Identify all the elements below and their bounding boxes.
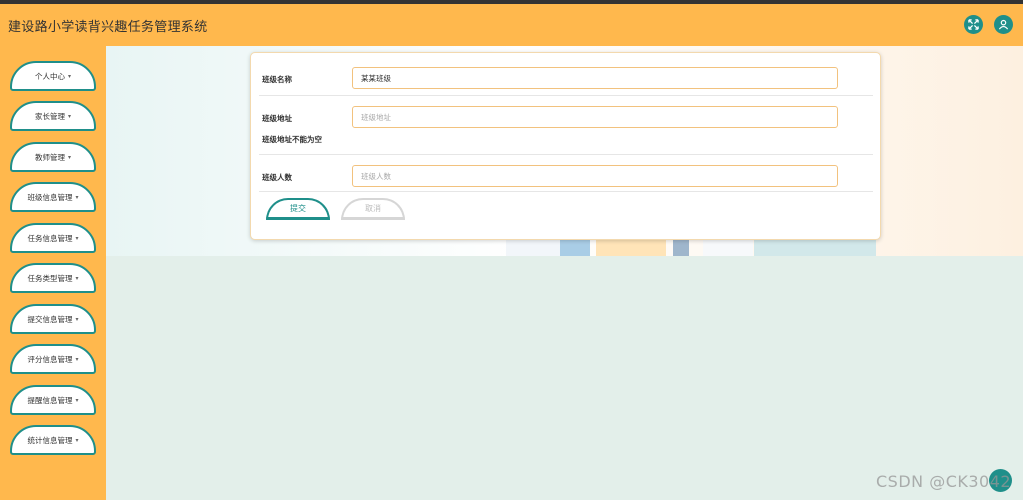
class-size-row: 班级人数 [259, 165, 873, 187]
chevron-down-icon: ▾ [67, 153, 71, 161]
chevron-down-icon: ▾ [75, 396, 79, 404]
sidebar-item-label: 提交信息管理 [27, 314, 73, 324]
sidebar-item-label: 统计信息管理 [27, 435, 73, 445]
sidebar-item-label: 提醒信息管理 [27, 395, 73, 405]
sidebar-item-score-info[interactable]: 评分信息管理 ▾ [10, 344, 96, 374]
hero-building [560, 240, 590, 256]
chevron-down-icon: ▾ [67, 72, 71, 80]
sidebar: 个人中心 ▾ 家长管理 ▾ 教师管理 ▾ 班级信息管理 ▾ 任务信息管理 ▾ 任务类型管理… [0, 46, 106, 500]
sidebar-item-label: 任务类型管理 [27, 273, 73, 283]
user-icon[interactable] [994, 15, 1013, 34]
sidebar-item-teacher-management[interactable]: 教师管理 ▾ [10, 142, 96, 172]
chevron-down-icon: ▾ [75, 193, 79, 201]
class-name-row: 班级名称 [259, 67, 873, 89]
class-size-label: 班级人数 [262, 173, 292, 182]
class-address-input[interactable] [352, 106, 838, 128]
class-name-input[interactable] [352, 67, 838, 89]
sidebar-item-label: 评分信息管理 [27, 354, 73, 364]
chevron-down-icon: ▾ [75, 315, 79, 323]
hero-building [703, 240, 753, 256]
chevron-down-icon: ▾ [75, 436, 79, 444]
class-address-error: 班级地址不能为空 [262, 135, 322, 144]
fullscreen-glyph [968, 19, 979, 30]
sidebar-item-label: 任务信息管理 [27, 233, 73, 243]
fullscreen-icon[interactable] [964, 15, 983, 34]
row-divider [259, 191, 873, 192]
chevron-down-icon: ▾ [75, 234, 79, 242]
sidebar-item-task-info[interactable]: 任务信息管理 ▾ [10, 223, 96, 253]
user-glyph [998, 19, 1009, 30]
sidebar-item-parent-management[interactable]: 家长管理 ▾ [10, 101, 96, 131]
class-address-row: 班级地址 班级地址不能为空 [259, 106, 873, 146]
sidebar-item-personal-center[interactable]: 个人中心 ▾ [10, 61, 96, 91]
app-header: 建设路小学读背兴趣任务管理系统 [0, 4, 1023, 46]
sidebar-item-label: 教师管理 [34, 152, 65, 162]
header-actions [964, 15, 1013, 34]
class-address-label: 班级地址 [262, 114, 292, 123]
chevron-down-icon: ▾ [75, 355, 79, 363]
sidebar-item-label: 个人中心 [34, 71, 65, 81]
hero-building [754, 240, 876, 256]
sidebar-item-label: 班级信息管理 [27, 192, 73, 202]
chevron-down-icon: ▾ [75, 274, 79, 282]
sidebar-item-submission-info[interactable]: 提交信息管理 ▾ [10, 304, 96, 334]
sidebar-item-label: 家长管理 [34, 111, 65, 121]
sidebar-item-statistics-info[interactable]: 统计信息管理 ▾ [10, 425, 96, 455]
class-size-input[interactable] [352, 165, 838, 187]
submit-button[interactable]: 提交 [266, 198, 330, 220]
row-divider [259, 95, 873, 96]
cancel-button[interactable]: 取消 [341, 198, 405, 220]
row-divider [259, 154, 873, 155]
class-form: 班级名称 班级地址 班级地址不能为空 班级人数 提交 取消 [250, 52, 881, 240]
app-title: 建设路小学读背兴趣任务管理系统 [8, 19, 208, 35]
hero-building [596, 240, 666, 256]
hero-building [673, 240, 689, 256]
sidebar-item-class-info[interactable]: 班级信息管理 ▾ [10, 182, 96, 212]
chevron-down-icon: ▾ [67, 112, 71, 120]
sidebar-item-task-type[interactable]: 任务类型管理 ▾ [10, 263, 96, 293]
watermark: CSDN @CK3042 [876, 472, 1012, 491]
sidebar-item-reminder-info[interactable]: 提醒信息管理 ▾ [10, 385, 96, 415]
class-name-label: 班级名称 [262, 75, 292, 84]
